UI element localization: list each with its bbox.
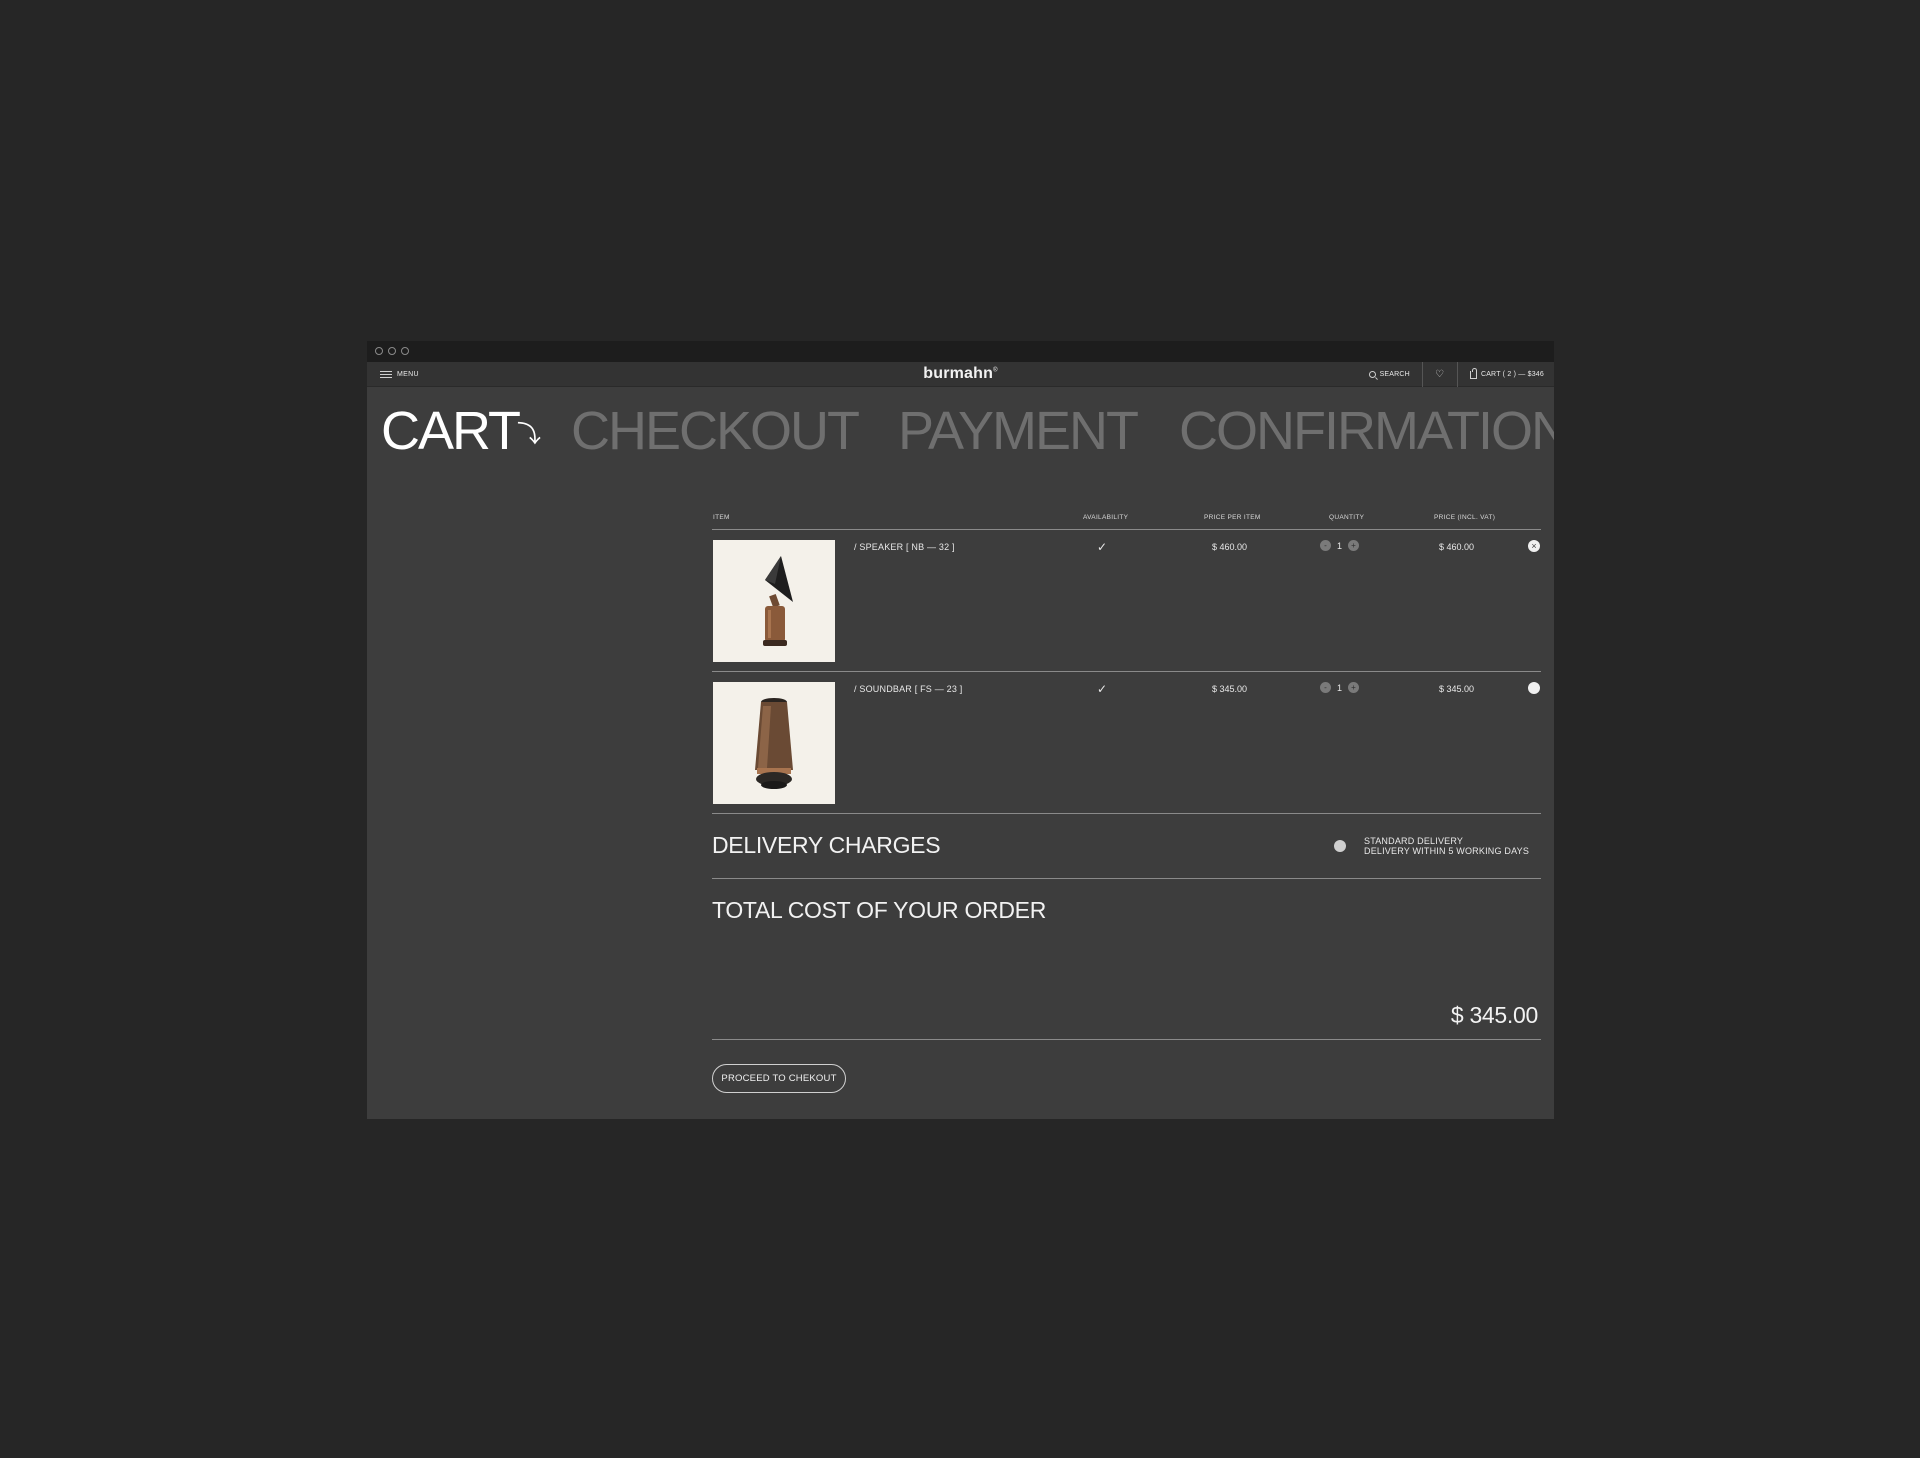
browser-window: MENU burmahn® SEARCH ♡ CART ( 2 ) — $346… <box>367 341 1554 1119</box>
window-minimize-control[interactable] <box>388 347 396 355</box>
brand-name: burmahn <box>923 365 994 382</box>
quantity-decrease-button[interactable]: - <box>1320 682 1331 693</box>
soundbar-illustration <box>755 698 793 789</box>
step-arrow-icon: ⤵ <box>517 421 541 448</box>
site-header: MENU burmahn® SEARCH ♡ CART ( 2 ) — $346 <box>367 362 1554 387</box>
window-titlebar <box>367 341 1554 362</box>
step-checkout[interactable]: CHECKOUT <box>571 401 860 461</box>
delivery-section: DELIVERY CHARGES STANDARD DELIVERY DELIV… <box>712 814 1541 879</box>
step-payment[interactable]: PAYMENT <box>898 401 1139 461</box>
step-cart[interactable]: CART <box>381 401 521 461</box>
quantity-stepper: - 1 + <box>1320 540 1360 551</box>
quantity-increase-button[interactable]: + <box>1348 682 1360 693</box>
total-amount: $ 345.00 <box>1450 1002 1538 1028</box>
delivery-option-name: STANDARD DELIVERY <box>1364 836 1464 846</box>
speaker-product-image[interactable] <box>713 540 835 662</box>
remove-item-button[interactable] <box>1528 682 1540 694</box>
delivery-option-detail: DELIVERY WITHIN 5 WORKING DAYS <box>1364 846 1530 856</box>
remove-item-button[interactable]: × <box>1528 540 1540 552</box>
registered-mark: ® <box>993 367 998 374</box>
header-quantity: QUANTITY <box>1329 514 1365 521</box>
header-price-incl-vat: PRICE (INCL. VAT) <box>1434 514 1496 521</box>
step-confirmation[interactable]: CONFIRMATION <box>1179 401 1554 461</box>
availability-check-icon: ✓ <box>1097 540 1108 554</box>
delivery-title: DELIVERY CHARGES <box>712 832 941 858</box>
availability-check-icon: ✓ <box>1097 682 1108 696</box>
quantity-decrease-button[interactable]: - <box>1320 540 1331 551</box>
quantity-stepper: - 1 + <box>1320 682 1360 693</box>
window-close-control[interactable] <box>375 347 383 355</box>
cart-row: / SPEAKER [ NB — 32 ] ✓ $ 460.00 - 1 + $… <box>712 530 1541 672</box>
item-price-per-item: $ 460.00 <box>1212 542 1248 552</box>
search-icon <box>1368 371 1376 378</box>
cart-table: ITEM AVAILABILITY PRICE PER ITEM QUANTIT… <box>712 506 1541 1040</box>
quantity-value: 1 <box>1337 540 1343 551</box>
window-maximize-control[interactable] <box>401 347 409 355</box>
item-name[interactable]: / SOUNDBAR [ FS — 23 ] <box>854 684 962 694</box>
heart-icon: ♡ <box>1434 368 1445 380</box>
shopping-bag-icon <box>1469 367 1477 379</box>
cart-table-header: ITEM AVAILABILITY PRICE PER ITEM QUANTIT… <box>712 506 1541 530</box>
quantity-increase-button[interactable]: + <box>1348 540 1360 551</box>
search-button[interactable]: SEARCH <box>1357 362 1422 387</box>
header-item: ITEM <box>713 514 730 521</box>
soundbar-product-image[interactable] <box>713 682 835 804</box>
header-price-per-item: PRICE PER ITEM <box>1204 514 1261 521</box>
quantity-value: 1 <box>1337 682 1343 693</box>
delivery-option-label[interactable]: STANDARD DELIVERY DELIVERY WITHIN 5 WORK… <box>1364 836 1529 856</box>
order-total-section: TOTAL COST OF YOUR ORDER $ 345.00 <box>712 879 1541 1040</box>
item-price-incl-vat: $ 460.00 <box>1439 542 1475 552</box>
item-price-incl-vat: $ 345.00 <box>1439 684 1475 694</box>
checkout-steps: CART ⤵ CHECKOUT PAYMENT CONFIRMATION <box>367 401 1554 461</box>
item-price-per-item: $ 345.00 <box>1212 684 1248 694</box>
cart-summary-label: CART ( 2 ) — $346 <box>1480 371 1544 378</box>
header-availability: AVAILABILITY <box>1083 514 1129 521</box>
total-title: TOTAL COST OF YOUR ORDER <box>712 897 1047 923</box>
header-actions: SEARCH ♡ CART ( 2 ) — $346 <box>1357 362 1544 387</box>
wishlist-button[interactable]: ♡ <box>1421 362 1457 387</box>
item-name[interactable]: / SPEAKER [ NB — 32 ] <box>854 542 955 552</box>
proceed-to-checkout-button[interactable]: PROCEED TO CHEKOUT <box>712 1064 846 1093</box>
cart-button[interactable]: CART ( 2 ) — $346 <box>1456 362 1544 387</box>
search-label: SEARCH <box>1379 371 1410 378</box>
cart-row: / SOUNDBAR [ FS — 23 ] ✓ $ 345.00 - 1 + … <box>712 672 1541 814</box>
speaker-illustration <box>763 556 793 646</box>
standard-delivery-radio[interactable] <box>1334 840 1346 852</box>
